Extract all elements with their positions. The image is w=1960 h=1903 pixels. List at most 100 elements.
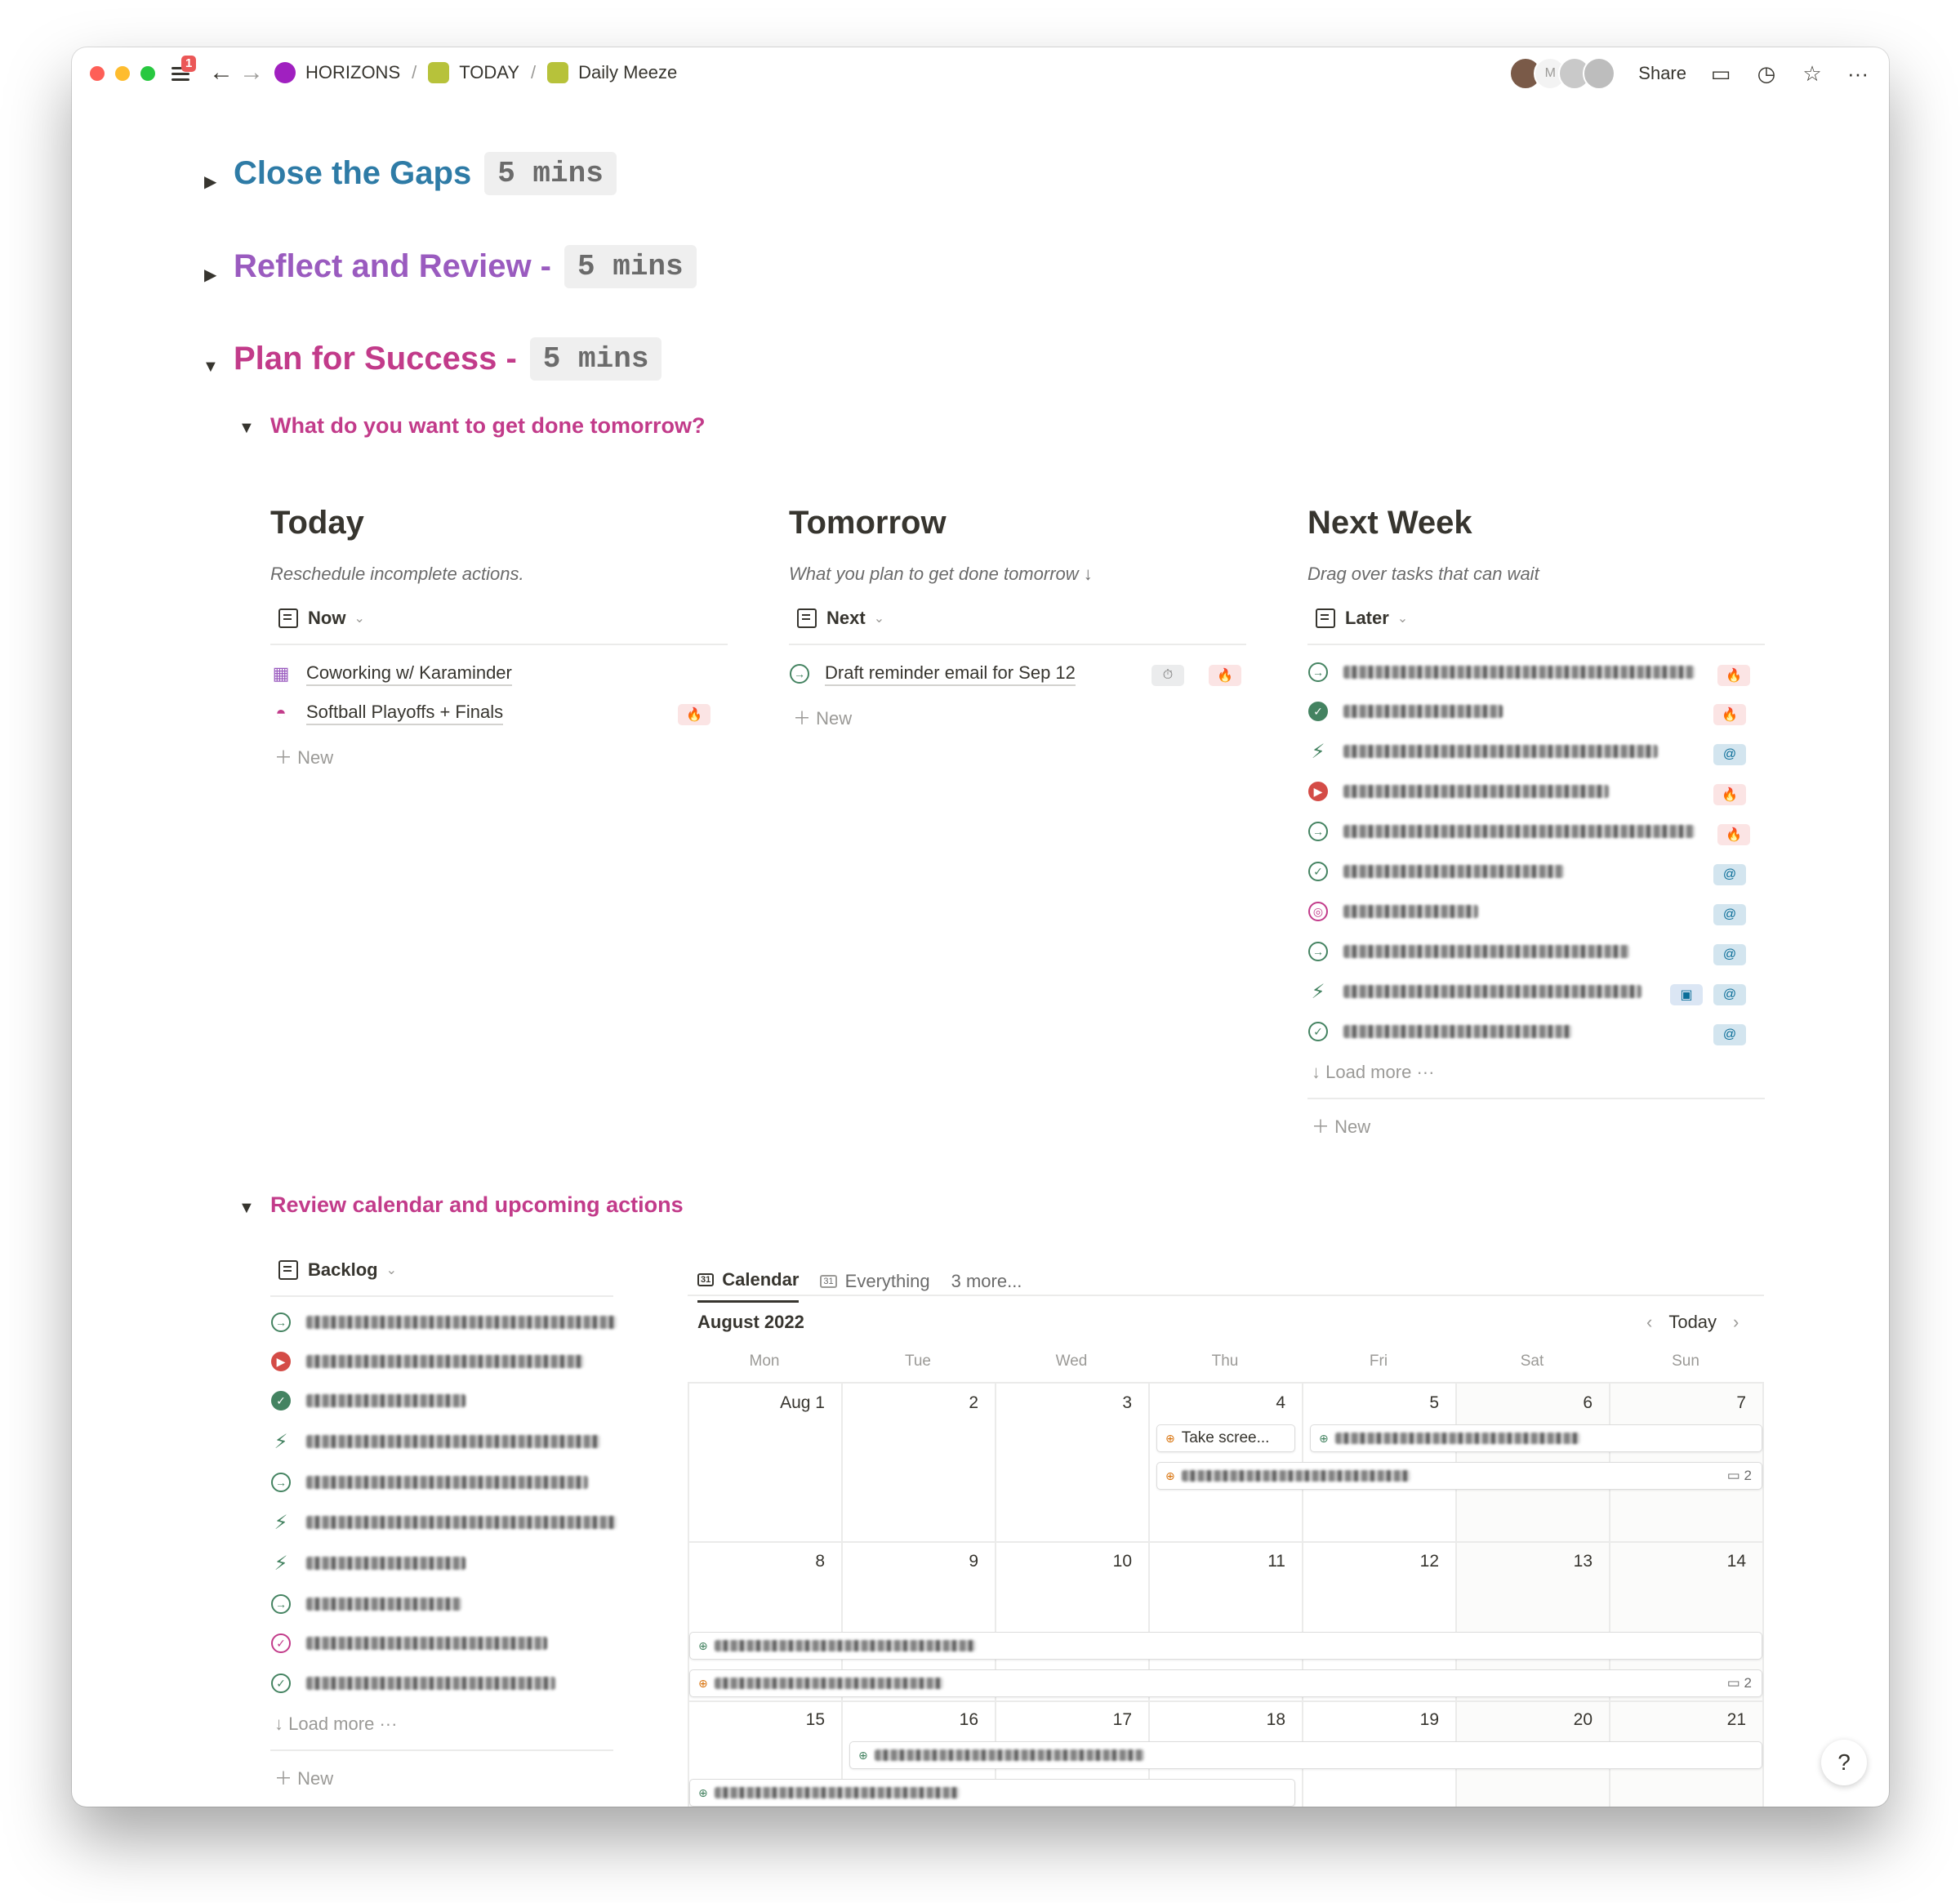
day-number[interactable]: 5 [1341, 1393, 1439, 1413]
calendar-event[interactable]: ⊕ [849, 1741, 1762, 1769]
list-item[interactable]: ◎ [1307, 901, 1478, 922]
back-arrow-icon[interactable]: ← [209, 59, 234, 87]
list-item[interactable]: ▶ [270, 1351, 584, 1372]
day-number[interactable]: 9 [880, 1552, 978, 1571]
redacted-text [306, 1435, 600, 1448]
share-button[interactable]: Share [1638, 63, 1686, 84]
list-item[interactable]: ✓ [1307, 861, 1564, 882]
later-view-selector[interactable]: Later ⌄ [1316, 608, 1408, 629]
list-item[interactable]: ✓ [1307, 701, 1503, 722]
list-item[interactable]: ⚡ [270, 1553, 466, 1575]
day-number[interactable]: 10 [1034, 1552, 1132, 1571]
collaborator-avatars[interactable]: M [1509, 57, 1616, 90]
calendar-event[interactable]: ⊕ ▭ 2 [689, 1669, 1762, 1697]
toggle-closed-icon[interactable]: ▶ [204, 172, 216, 192]
calendar-event[interactable]: ⊕ [689, 1632, 1762, 1660]
day-number[interactable]: 7 [1648, 1393, 1746, 1413]
arrow-circle-icon: → [271, 1594, 291, 1614]
calendar-event[interactable]: ⊕ [689, 1779, 1295, 1807]
list-item[interactable]: → [1307, 662, 1695, 683]
day-number[interactable]: 8 [727, 1552, 825, 1571]
list-item[interactable]: ▶ [1307, 781, 1609, 802]
toggle-open-icon[interactable]: ▼ [238, 1199, 255, 1218]
list-item[interactable]: ✓ [270, 1673, 555, 1694]
check-circle-icon: ✓ [271, 1391, 291, 1411]
forward-arrow-icon[interactable]: → [239, 59, 264, 87]
list-item[interactable]: → [270, 1593, 461, 1615]
backlog-view-selector[interactable]: Backlog ⌄ [278, 1259, 397, 1281]
list-item[interactable]: ◓ Softball Playoffs + Finals [270, 701, 504, 725]
list-item[interactable]: ⚡ [1307, 981, 1642, 1003]
list-item[interactable]: ✓ [270, 1390, 466, 1411]
day-number[interactable]: 14 [1648, 1552, 1746, 1571]
calendar-event[interactable]: ⊕ ▭ 2 [1156, 1462, 1762, 1490]
tab-more[interactable]: 3 more... [951, 1271, 1022, 1302]
redacted-text [714, 1640, 976, 1651]
list-item[interactable]: → [270, 1472, 588, 1493]
toggle-open-icon[interactable]: ▼ [238, 419, 255, 438]
day-number[interactable]: 17 [1034, 1710, 1132, 1730]
list-item[interactable]: ⚡ [1307, 741, 1658, 763]
zoom-window-button[interactable] [140, 66, 155, 81]
add-new-button[interactable]: ＋ New [274, 1764, 333, 1790]
toggle-open-icon[interactable]: ▼ [203, 358, 219, 377]
list-item[interactable]: → Draft reminder email for Sep 12 [789, 662, 1076, 686]
tab-calendar[interactable]: 31 Calendar [697, 1269, 800, 1303]
help-button[interactable]: ? [1821, 1740, 1867, 1785]
breadcrumb-horizons[interactable]: HORIZONS [305, 62, 400, 83]
calendar-event[interactable]: ⊕ [1310, 1424, 1762, 1452]
list-item[interactable]: → [270, 1312, 617, 1333]
calendar-event[interactable]: ⊕ Take scree... [1156, 1424, 1295, 1452]
comment-icon[interactable]: ▭ [1709, 61, 1732, 86]
day-number[interactable]: 12 [1341, 1552, 1439, 1571]
calendar-view-tabs: 31 Calendar 31 Everything 3 more... [697, 1259, 1022, 1303]
day-number[interactable]: 18 [1187, 1710, 1285, 1730]
next-view-selector[interactable]: Next ⌄ [797, 608, 884, 629]
list-item[interactable]: ✓ [270, 1633, 547, 1654]
day-number[interactable]: 15 [727, 1710, 825, 1730]
day-number[interactable]: 16 [880, 1710, 978, 1730]
load-more-button[interactable]: ↓ Load more ··· [1312, 1062, 1434, 1083]
list-item[interactable]: ▦ Coworking w/ Karaminder [270, 662, 512, 686]
day-number[interactable]: 19 [1341, 1710, 1439, 1730]
list-item[interactable]: → [1307, 941, 1629, 962]
now-view-selector[interactable]: Now ⌄ [278, 608, 365, 629]
list-item[interactable]: ✓ [1307, 1021, 1572, 1042]
add-new-button[interactable]: ＋ New [1312, 1112, 1370, 1139]
chevron-left-icon[interactable]: ‹ [1646, 1312, 1652, 1333]
day-number[interactable]: 13 [1494, 1552, 1592, 1571]
list-view-icon [278, 608, 298, 628]
day-number[interactable]: 2 [880, 1393, 978, 1413]
add-new-button[interactable]: ＋ New [274, 743, 333, 769]
day-number[interactable]: 6 [1494, 1393, 1592, 1413]
breadcrumb-today[interactable]: TODAY [459, 62, 519, 83]
day-number[interactable]: 3 [1034, 1393, 1132, 1413]
add-new-button[interactable]: ＋ New [793, 704, 852, 730]
arrow-down-icon: ↓ [274, 1714, 283, 1734]
clock-history-icon[interactable]: ◷ [1755, 61, 1778, 86]
list-item[interactable]: → [1307, 821, 1695, 842]
redacted-text [306, 1677, 555, 1690]
calendar-nav: ‹ Today › [1646, 1312, 1739, 1333]
minimize-window-button[interactable] [115, 66, 130, 81]
redacted-text [714, 1678, 943, 1689]
day-number[interactable]: 4 [1187, 1393, 1285, 1413]
list-item[interactable]: ⚡ [270, 1512, 617, 1534]
toggle-closed-icon[interactable]: ▶ [204, 265, 216, 285]
breadcrumb-daily-meeze[interactable]: Daily Meeze [578, 62, 677, 83]
redacted-text [1181, 1470, 1410, 1482]
chevron-right-icon[interactable]: › [1733, 1312, 1739, 1333]
redacted-text [306, 1476, 588, 1489]
tab-everything[interactable]: 31 Everything [820, 1271, 930, 1302]
close-window-button[interactable] [90, 66, 105, 81]
day-number[interactable]: 20 [1494, 1710, 1592, 1730]
star-icon[interactable]: ☆ [1801, 61, 1824, 86]
day-number[interactable]: 21 [1648, 1710, 1746, 1730]
list-item[interactable]: ⚡ [270, 1431, 600, 1453]
more-icon[interactable]: ··· [1846, 61, 1869, 86]
avatar[interactable] [1583, 57, 1616, 90]
load-more-button[interactable]: ↓ Load more ··· [274, 1714, 397, 1735]
today-button[interactable]: Today [1668, 1312, 1717, 1333]
day-number[interactable]: Aug 1 [727, 1393, 825, 1413]
day-number[interactable]: 11 [1187, 1552, 1285, 1571]
